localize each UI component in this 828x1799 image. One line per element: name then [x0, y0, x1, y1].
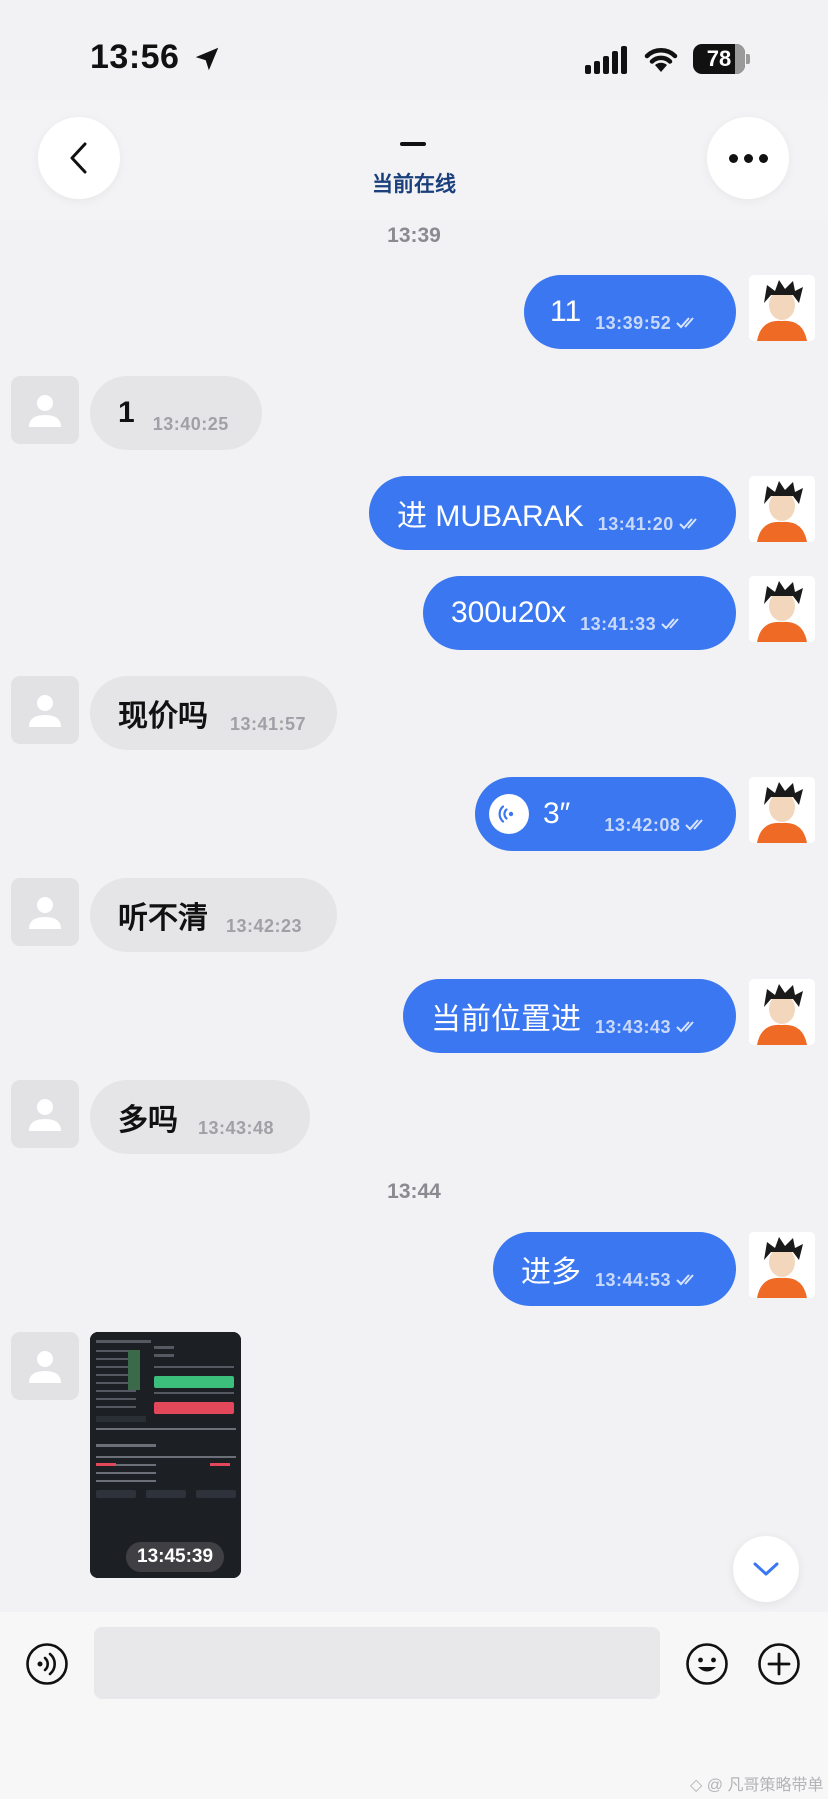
contact-avatar[interactable]: [11, 1080, 79, 1148]
online-status: 当前在线: [372, 173, 456, 196]
my-avatar[interactable]: [749, 979, 815, 1045]
contact-avatar[interactable]: [11, 878, 79, 946]
read-check-icon: [661, 618, 679, 630]
my-avatar[interactable]: [749, 476, 815, 542]
message-bubble-received[interactable]: 听不清 13:42:23: [90, 878, 337, 952]
message-text: 现价吗: [118, 700, 208, 733]
message-bubble-sent[interactable]: 当前位置进 13:43:43: [403, 979, 736, 1053]
contact-avatar[interactable]: [11, 1332, 79, 1400]
person-placeholder-icon: [29, 695, 61, 727]
emoji-icon[interactable]: [685, 1642, 729, 1686]
cellular-signal-icon: [585, 46, 627, 74]
read-check-icon: [676, 1274, 694, 1286]
message-time: 13:39:52: [595, 312, 672, 333]
time-separator: 13:44: [387, 1180, 441, 1203]
message-time: 13:40:25: [152, 413, 229, 434]
voice-play-icon: [489, 794, 529, 834]
message-text: 进多: [521, 1256, 581, 1289]
message-time: 13:44:53: [595, 1269, 672, 1290]
time-separator: 13:39: [387, 224, 441, 247]
message-time: 13:41:20: [597, 513, 674, 534]
read-check-icon: [679, 518, 697, 530]
read-check-icon: [676, 317, 694, 329]
message-bubble-received[interactable]: 现价吗 13:41:57: [90, 676, 337, 750]
location-arrow-icon: [195, 47, 219, 71]
watermark: ◇ @ 凡哥策略带单: [690, 1777, 824, 1794]
battery-level: 78: [706, 46, 732, 71]
image-time: 13:45:39: [126, 1542, 225, 1572]
scroll-to-bottom-button[interactable]: [733, 1536, 799, 1602]
message-time: 13:42:23: [226, 915, 303, 936]
person-placeholder-icon: [29, 1099, 61, 1131]
message-bubble-received[interactable]: 1 13:40:25: [90, 376, 262, 450]
message-time: 13:43:43: [595, 1016, 672, 1037]
message-text: 多吗: [118, 1104, 178, 1137]
message-text: 进 MUBARAK: [397, 500, 584, 533]
person-placeholder-icon: [29, 897, 61, 929]
message-text: 听不清: [118, 902, 208, 935]
image-message[interactable]: 13:45:39: [90, 1332, 241, 1578]
message-bubble-sent[interactable]: 进多 13:44:53: [493, 1232, 736, 1306]
message-bubble-sent[interactable]: 300u20x 13:41:33: [423, 576, 736, 650]
person-placeholder-icon: [29, 1351, 61, 1383]
voice-input-icon[interactable]: [25, 1642, 69, 1686]
message-text: 1: [118, 396, 135, 429]
message-time: 13:42:08: [604, 814, 681, 835]
status-time: 13:56: [90, 38, 180, 76]
read-check-icon: [685, 819, 704, 831]
voice-duration: 3″: [543, 797, 571, 830]
chevron-left-icon: [70, 142, 87, 174]
message-bubble-received[interactable]: 多吗 13:43:48: [90, 1080, 310, 1154]
add-attachment-icon[interactable]: [757, 1642, 801, 1686]
contact-avatar[interactable]: [11, 376, 79, 444]
message-bubble-sent[interactable]: 11 13:39:52: [524, 275, 736, 349]
read-check-icon: [676, 1021, 694, 1033]
my-avatar[interactable]: [749, 777, 815, 843]
more-dots-icon: [728, 153, 768, 163]
contact-avatar[interactable]: [11, 676, 79, 744]
battery-indicator: 78: [693, 44, 751, 74]
chevron-down-icon: [753, 1562, 779, 1576]
my-avatar[interactable]: [749, 275, 815, 341]
person-placeholder-icon: [29, 395, 61, 427]
more-options-button[interactable]: [707, 117, 789, 199]
message-text: 11: [550, 295, 582, 328]
my-avatar[interactable]: [749, 576, 815, 642]
message-time: 13:43:48: [198, 1117, 275, 1138]
message-bubble-sent[interactable]: 进 MUBARAK 13:41:20: [369, 476, 736, 550]
chat-header: [0, 100, 828, 220]
contact-name: [400, 142, 426, 146]
wifi-icon: [644, 48, 678, 72]
message-text: 300u20x: [451, 596, 567, 629]
voice-message-bubble[interactable]: 3″ 13:42:08: [475, 777, 736, 851]
my-avatar[interactable]: [749, 1232, 815, 1298]
message-text: 当前位置进: [431, 1003, 581, 1036]
message-input[interactable]: [94, 1627, 660, 1699]
message-time: 13:41:33: [580, 613, 657, 634]
back-button[interactable]: [38, 117, 120, 199]
message-time: 13:41:57: [230, 713, 307, 734]
